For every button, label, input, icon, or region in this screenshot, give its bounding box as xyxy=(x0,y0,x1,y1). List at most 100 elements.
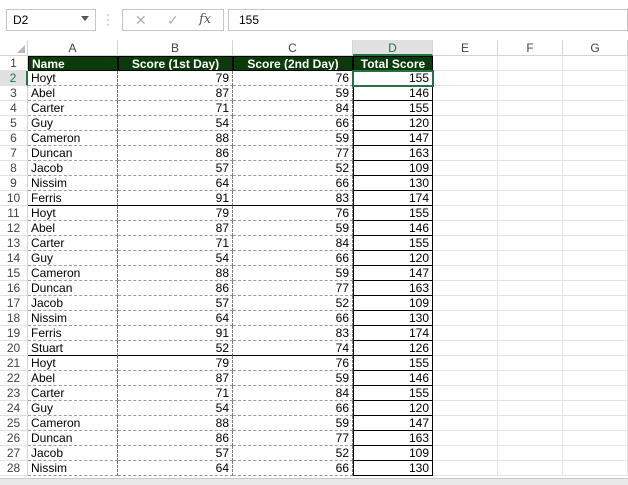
empty-cell[interactable] xyxy=(563,296,628,311)
table-cell[interactable]: 84 xyxy=(233,236,353,251)
table-cell[interactable]: 87 xyxy=(118,86,233,101)
empty-cell[interactable] xyxy=(563,131,628,146)
table-cell[interactable]: 59 xyxy=(233,86,353,101)
table-cell[interactable]: 146 xyxy=(353,371,433,386)
empty-cell[interactable] xyxy=(498,311,563,326)
empty-cell[interactable] xyxy=(433,266,498,281)
empty-cell[interactable] xyxy=(498,356,563,371)
formula-input[interactable]: 155 xyxy=(228,9,628,31)
table-cell[interactable]: 86 xyxy=(118,431,233,446)
empty-cell[interactable] xyxy=(563,341,628,356)
table-cell[interactable]: 64 xyxy=(118,311,233,326)
insert-function-icon[interactable]: fx xyxy=(199,12,211,27)
empty-cell[interactable] xyxy=(563,461,628,476)
table-cell[interactable]: 64 xyxy=(118,461,233,476)
name-box[interactable]: D2 xyxy=(6,9,96,31)
table-cell[interactable]: 109 xyxy=(353,161,433,176)
table-cell[interactable]: 54 xyxy=(118,251,233,266)
table-cell[interactable]: Abel xyxy=(28,371,118,386)
table-cell[interactable]: Hoyt xyxy=(28,356,118,371)
empty-cell[interactable] xyxy=(433,176,498,191)
worksheet-grid[interactable]: A B C D E F G 1 Name Score (1st Day) Score (2nd Da… xyxy=(0,40,628,484)
table-cell[interactable]: 66 xyxy=(233,251,353,266)
table-cell[interactable]: Nissim xyxy=(28,461,118,476)
table-cell[interactable]: Carter xyxy=(28,386,118,401)
table-cell[interactable]: 155 xyxy=(353,71,433,86)
empty-cell[interactable] xyxy=(563,281,628,296)
empty-cell[interactable] xyxy=(498,431,563,446)
table-cell[interactable]: 59 xyxy=(233,371,353,386)
table-cell[interactable]: 126 xyxy=(353,341,433,356)
table-cell[interactable]: 120 xyxy=(353,401,433,416)
empty-cell[interactable] xyxy=(563,86,628,101)
table-cell[interactable]: 59 xyxy=(233,416,353,431)
table-cell[interactable]: 66 xyxy=(233,176,353,191)
table-cell[interactable]: 88 xyxy=(118,266,233,281)
empty-cell[interactable] xyxy=(433,161,498,176)
empty-cell[interactable] xyxy=(498,386,563,401)
table-cell[interactable]: 57 xyxy=(118,161,233,176)
column-header-d[interactable]: D xyxy=(353,40,433,56)
row-header[interactable]: 20 xyxy=(0,341,28,356)
table-cell[interactable]: 109 xyxy=(353,446,433,461)
table-cell[interactable]: 59 xyxy=(233,221,353,236)
empty-cell[interactable] xyxy=(563,191,628,206)
empty-cell[interactable] xyxy=(563,416,628,431)
table-cell[interactable]: 52 xyxy=(233,296,353,311)
table-cell[interactable]: 57 xyxy=(118,296,233,311)
row-header[interactable]: 9 xyxy=(0,176,28,191)
row-header[interactable]: 2 xyxy=(0,71,28,86)
table-cell[interactable]: 79 xyxy=(118,356,233,371)
table-cell[interactable]: 120 xyxy=(353,251,433,266)
empty-cell[interactable] xyxy=(433,446,498,461)
row-header[interactable]: 16 xyxy=(0,281,28,296)
row-header[interactable]: 18 xyxy=(0,311,28,326)
table-cell[interactable]: 59 xyxy=(233,131,353,146)
table-cell[interactable]: Guy xyxy=(28,251,118,266)
table-cell[interactable]: 66 xyxy=(233,311,353,326)
empty-cell[interactable] xyxy=(433,101,498,116)
header-cell[interactable]: Name xyxy=(28,56,118,71)
table-cell[interactable]: 77 xyxy=(233,146,353,161)
table-cell[interactable]: 88 xyxy=(118,131,233,146)
table-cell[interactable]: 155 xyxy=(353,386,433,401)
row-header[interactable]: 25 xyxy=(0,416,28,431)
row-header[interactable]: 23 xyxy=(0,386,28,401)
table-cell[interactable]: Ferris xyxy=(28,191,118,206)
table-cell[interactable]: 71 xyxy=(118,101,233,116)
table-cell[interactable]: 59 xyxy=(233,266,353,281)
empty-cell[interactable] xyxy=(563,176,628,191)
table-cell[interactable]: 64 xyxy=(118,176,233,191)
table-cell[interactable]: 86 xyxy=(118,281,233,296)
table-cell[interactable]: Abel xyxy=(28,86,118,101)
table-cell[interactable]: 130 xyxy=(353,176,433,191)
empty-cell[interactable] xyxy=(563,446,628,461)
table-cell[interactable]: 54 xyxy=(118,401,233,416)
empty-cell[interactable] xyxy=(433,191,498,206)
empty-cell[interactable] xyxy=(563,161,628,176)
row-header[interactable]: 22 xyxy=(0,371,28,386)
empty-cell[interactable] xyxy=(563,71,628,86)
empty-cell[interactable] xyxy=(563,326,628,341)
table-cell[interactable]: 130 xyxy=(353,311,433,326)
empty-cell[interactable] xyxy=(498,281,563,296)
table-cell[interactable]: 147 xyxy=(353,266,433,281)
table-cell[interactable]: 91 xyxy=(118,326,233,341)
row-header[interactable]: 11 xyxy=(0,206,28,221)
table-cell[interactable]: 88 xyxy=(118,416,233,431)
table-cell[interactable]: 83 xyxy=(233,326,353,341)
column-header-b[interactable]: B xyxy=(118,40,233,56)
table-cell[interactable]: 66 xyxy=(233,461,353,476)
column-header-f[interactable]: F xyxy=(498,40,563,56)
table-cell[interactable]: Nissim xyxy=(28,311,118,326)
empty-cell[interactable] xyxy=(433,296,498,311)
enter-icon[interactable]: ✓ xyxy=(167,12,179,29)
row-header[interactable]: 27 xyxy=(0,446,28,461)
empty-cell[interactable] xyxy=(433,86,498,101)
table-cell[interactable]: Cameron xyxy=(28,266,118,281)
table-cell[interactable]: 147 xyxy=(353,131,433,146)
empty-cell[interactable] xyxy=(498,401,563,416)
empty-cell[interactable] xyxy=(498,56,563,71)
table-cell[interactable]: Duncan xyxy=(28,146,118,161)
empty-cell[interactable] xyxy=(433,281,498,296)
